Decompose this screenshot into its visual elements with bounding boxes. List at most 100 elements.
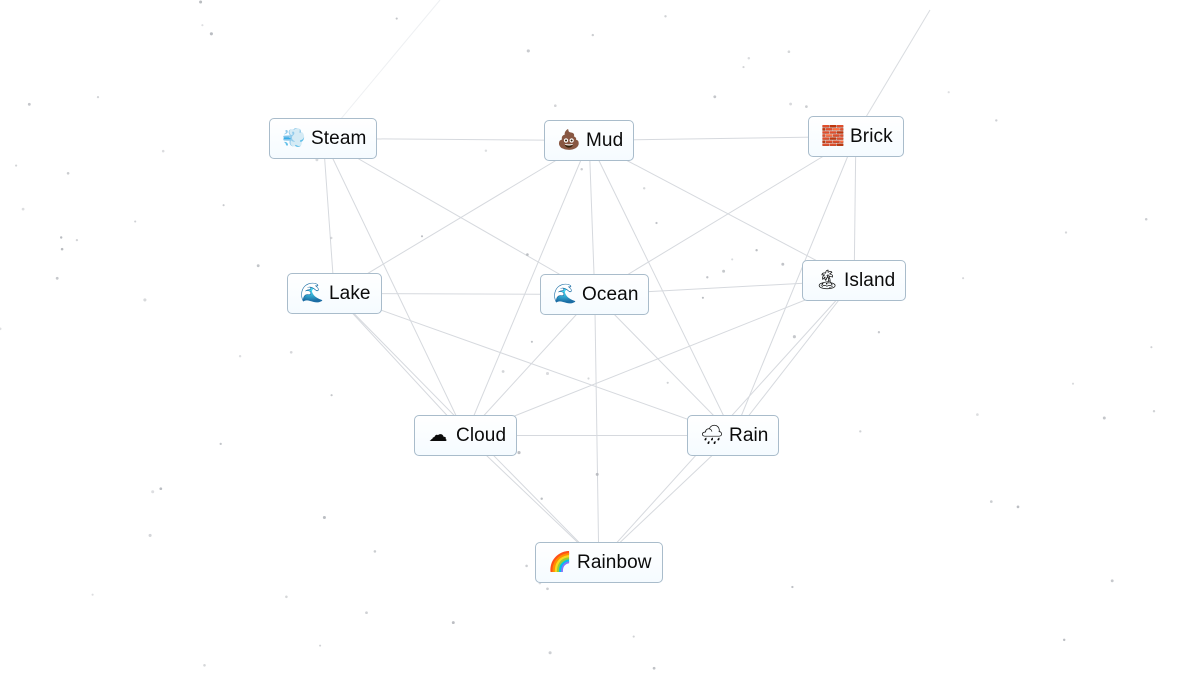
background-dot — [755, 249, 758, 252]
brick-icon: 🧱 — [821, 125, 845, 147]
background-dot — [545, 371, 550, 376]
background-dot — [365, 611, 368, 615]
node-label: Island — [844, 269, 896, 291]
background-dot — [554, 104, 557, 107]
background-dot — [159, 487, 163, 491]
background-dot — [59, 236, 63, 239]
dashing-away-icon: 💨 — [282, 127, 306, 149]
background-dot — [548, 651, 552, 655]
background-dot — [664, 15, 667, 18]
node-steam[interactable]: 💨 Steam — [269, 118, 378, 159]
background-dot — [587, 377, 590, 380]
background-dot — [484, 149, 488, 152]
node-cloud[interactable]: ☁ Cloud — [414, 415, 518, 456]
background-dot — [530, 340, 533, 343]
background-dot — [319, 644, 322, 647]
background-dot — [199, 0, 203, 4]
background-dot — [791, 585, 794, 589]
background-dot — [238, 355, 242, 358]
edge-steam-lake — [322, 138, 335, 294]
background-dot — [1016, 505, 1020, 509]
background-dot — [642, 187, 646, 190]
rainbow-icon: 🌈 — [548, 551, 572, 573]
edge-mud-lake — [334, 140, 590, 294]
background-dot — [706, 276, 709, 279]
desert-island-icon: 🏝 — [815, 269, 840, 291]
node-label: Lake — [329, 282, 371, 304]
background-dot — [1102, 416, 1106, 420]
background-dot — [330, 236, 333, 240]
water-wave-icon: 🌊 — [553, 283, 577, 305]
background-dot — [976, 413, 979, 416]
node-label: Mud — [586, 129, 624, 151]
background-dot — [995, 119, 998, 122]
background-dot — [792, 335, 796, 339]
background-dot — [161, 149, 165, 153]
background-dot — [962, 277, 965, 280]
node-label: Rain — [729, 424, 769, 446]
node-island[interactable]: 🏝 Island — [802, 260, 907, 301]
background-dot — [540, 497, 543, 500]
cloud-icon: ☁ — [428, 424, 448, 446]
background-dot — [1110, 579, 1114, 583]
node-rainbow[interactable]: 🌈 Rainbow — [535, 542, 663, 583]
background-dot — [96, 96, 100, 99]
background-dot — [322, 515, 326, 520]
background-dot — [151, 490, 155, 494]
background-dot — [143, 298, 147, 302]
background-dot — [91, 593, 94, 596]
background-dot — [501, 370, 505, 373]
background-dot — [1062, 638, 1066, 642]
background-dot — [859, 430, 862, 433]
node-mud[interactable]: 💩 Mud — [544, 120, 635, 161]
background-dot — [666, 381, 669, 384]
background-dot — [203, 664, 206, 667]
background-dot — [219, 442, 222, 446]
node-rain[interactable]: 🌧 Rain — [687, 415, 780, 456]
background-dot — [222, 204, 225, 207]
node-label: Rainbow — [577, 551, 652, 573]
node-ocean[interactable]: 🌊 Ocean — [540, 274, 650, 315]
background-dot — [55, 276, 59, 280]
node-label: Ocean — [582, 283, 639, 305]
background-dot — [947, 91, 950, 94]
background-dot — [591, 33, 594, 37]
background-dot — [373, 550, 377, 553]
background-dot — [21, 207, 25, 211]
background-dot — [420, 235, 424, 238]
background-dot — [1064, 231, 1068, 234]
background-dot — [256, 264, 260, 268]
node-label: Cloud — [456, 424, 507, 446]
background-dot — [330, 394, 333, 397]
background-dot — [148, 533, 152, 537]
edge-lake-rain — [334, 293, 734, 436]
background-dot — [525, 564, 528, 568]
background-dot — [655, 221, 658, 225]
pile-of-poo-icon: 💩 — [557, 129, 581, 151]
background-dot — [595, 472, 599, 476]
background-dot — [652, 666, 656, 670]
node-label: Steam — [311, 127, 367, 149]
background-dot — [395, 17, 398, 20]
background-dot — [134, 220, 137, 223]
background-dot — [60, 247, 64, 251]
background-dot — [517, 451, 521, 455]
background-dot — [877, 331, 881, 334]
background-dot — [722, 269, 726, 273]
edge-brick-island — [853, 136, 857, 281]
background-dot — [209, 32, 213, 36]
node-label: Brick — [850, 125, 893, 147]
background-dot — [742, 66, 745, 69]
background-dot — [1144, 218, 1148, 221]
background-dot — [546, 587, 549, 591]
background-dot — [285, 595, 288, 599]
node-brick[interactable]: 🧱 Brick — [808, 116, 904, 157]
background-dot — [289, 350, 293, 354]
background-dot — [75, 238, 79, 242]
node-lake[interactable]: 🌊 Lake — [287, 273, 382, 314]
background-dot — [747, 57, 751, 60]
water-wave-icon: 🌊 — [300, 282, 324, 304]
background-dot — [989, 500, 993, 503]
background-dot — [526, 253, 529, 256]
cloud-with-rain-icon: 🌧 — [700, 424, 725, 446]
